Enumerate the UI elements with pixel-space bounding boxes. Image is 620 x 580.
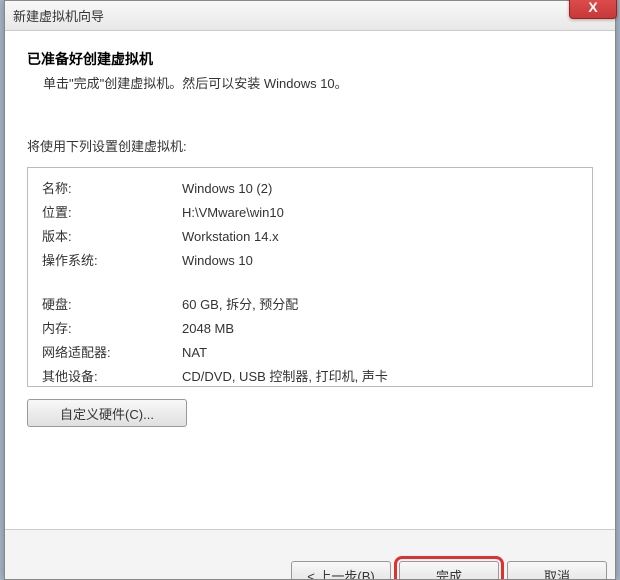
page-subheading: 单击"完成"创建虚拟机。然后可以安装 Windows 10。: [43, 73, 593, 92]
cancel-button[interactable]: 取消: [507, 561, 607, 579]
setting-value-version: Workstation 14.x: [182, 226, 578, 248]
setting-row: 位置: H:\VMware\win10: [42, 202, 578, 224]
setting-label-version: 版本:: [42, 226, 182, 248]
setting-label-network: 网络适配器:: [42, 342, 182, 364]
setting-row: 名称: Windows 10 (2): [42, 178, 578, 200]
back-button-label: < 上一步(B): [307, 566, 375, 580]
setting-value-network: NAT: [182, 342, 578, 364]
window-title: 新建虚拟机向导: [13, 6, 104, 25]
setting-value-location: H:\VMware\win10: [182, 202, 578, 224]
close-button[interactable]: X: [569, 0, 617, 19]
setting-label-os: 操作系统:: [42, 250, 182, 272]
setting-label-name: 名称:: [42, 178, 182, 200]
customize-hardware-button[interactable]: 自定义硬件(C)...: [27, 399, 187, 427]
setting-value-memory: 2048 MB: [182, 318, 578, 340]
setting-value-name: Windows 10 (2): [182, 178, 578, 200]
setting-label-other: 其他设备:: [42, 366, 182, 388]
setting-row: 版本: Workstation 14.x: [42, 226, 578, 248]
setting-label-disk: 硬盘:: [42, 294, 182, 316]
customize-hardware-label: 自定义硬件(C)...: [60, 404, 154, 423]
cancel-button-label: 取消: [544, 566, 570, 580]
setting-value-os: Windows 10: [182, 250, 578, 272]
page-heading: 已准备好创建虚拟机: [27, 49, 593, 69]
wizard-window: 新建虚拟机向导 X 已准备好创建虚拟机 单击"完成"创建虚拟机。然后可以安装 W…: [4, 0, 616, 580]
setting-value-disk: 60 GB, 拆分, 预分配: [182, 294, 578, 316]
setting-row: 网络适配器: NAT: [42, 342, 578, 364]
setting-row: 其他设备: CD/DVD, USB 控制器, 打印机, 声卡: [42, 366, 578, 388]
footer-buttons: < 上一步(B) 完成 取消: [5, 555, 615, 579]
finish-button[interactable]: 完成: [399, 561, 499, 579]
content-area: 已准备好创建虚拟机 单击"完成"创建虚拟机。然后可以安装 Windows 10。…: [5, 31, 615, 427]
row-gap: [42, 274, 578, 294]
finish-button-label: 完成: [436, 566, 462, 580]
back-button[interactable]: < 上一步(B): [291, 561, 391, 579]
setting-label-memory: 内存:: [42, 318, 182, 340]
setting-row: 内存: 2048 MB: [42, 318, 578, 340]
close-icon: X: [588, 0, 597, 15]
setting-row: 硬盘: 60 GB, 拆分, 预分配: [42, 294, 578, 316]
intro-text: 将使用下列设置创建虚拟机:: [27, 136, 593, 155]
settings-summary-box: 名称: Windows 10 (2) 位置: H:\VMware\win10 版…: [27, 167, 593, 387]
setting-label-location: 位置:: [42, 202, 182, 224]
titlebar: 新建虚拟机向导 X: [5, 1, 615, 31]
setting-value-other: CD/DVD, USB 控制器, 打印机, 声卡: [182, 366, 578, 388]
setting-row: 操作系统: Windows 10: [42, 250, 578, 272]
